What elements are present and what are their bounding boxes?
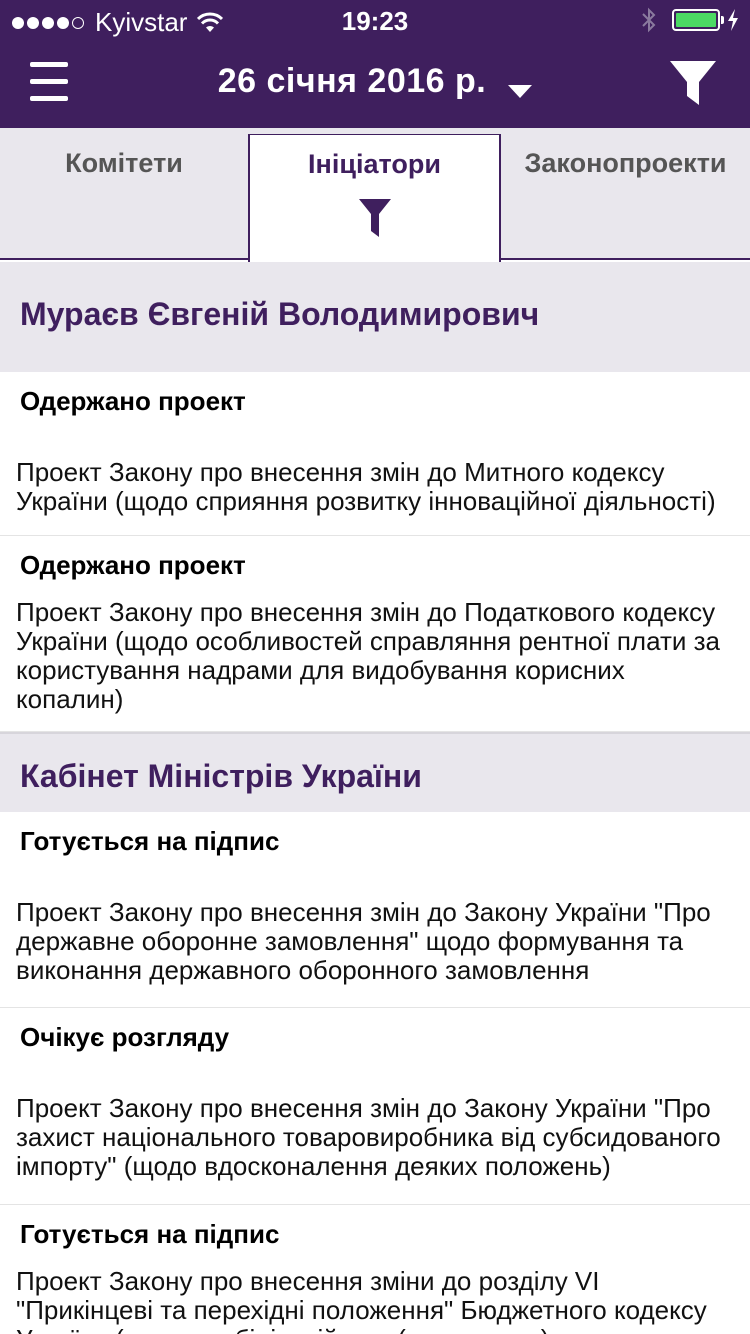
tab-bills[interactable]: Законопроекти (501, 134, 750, 260)
list-item[interactable]: Одержано проект Проект Закону про внесен… (0, 372, 750, 536)
group-header: Мураєв Євгеній Володимирович (0, 262, 750, 372)
battery-icon (672, 9, 724, 31)
item-status: Одержано проект (20, 550, 246, 580)
clock: 19:23 (341, 6, 409, 36)
bluetooth-icon (642, 7, 656, 33)
item-status: Очікує розгляду (20, 1022, 230, 1052)
status-bar: Kyivstar 19:23 (0, 0, 750, 40)
nav-bar: 26 січня 2016 р. (0, 40, 750, 128)
list-item[interactable]: Готується на підпис Проект Закону про вн… (0, 1205, 750, 1334)
tab-committees[interactable]: Комітети (0, 134, 248, 260)
list-item[interactable]: Очікує розгляду Проект Закону про внесен… (0, 1008, 750, 1205)
item-status: Одержано проект (20, 386, 246, 416)
item-status: Готується на підпис (20, 1219, 280, 1249)
item-title: Проект Закону про внесення змін до Подат… (16, 597, 721, 714)
filter-icon[interactable] (358, 197, 392, 239)
chevron-down-icon (508, 85, 533, 99)
tab-bar: Комітети Ініціатори Законопроекти (0, 128, 750, 262)
date-picker[interactable]: 26 січня 2016 р. (0, 62, 750, 101)
date-label: 26 січня 2016 р. (217, 62, 487, 100)
list-item[interactable]: Одержано проект Проект Закону про внесен… (0, 536, 750, 732)
item-title: Проект Закону про внесення зміни до розд… (16, 1266, 729, 1334)
list-item[interactable]: Готується на підпис Проект Закону про вн… (0, 812, 750, 1008)
item-title: Проект Закону про внесення змін до Закон… (16, 1093, 721, 1181)
charging-icon (728, 9, 738, 31)
tab-initiators[interactable]: Ініціатори (248, 134, 501, 262)
item-title: Проект Закону про внесення змін до Закон… (16, 897, 711, 985)
initiators-list: Мураєв Євгеній Володимирович Одержано пр… (0, 262, 750, 1334)
group-header: Кабінет Міністрів України (0, 732, 750, 812)
item-status: Готується на підпис (20, 826, 280, 856)
item-title: Проект Закону про внесення змін до Митно… (16, 457, 716, 516)
filter-button[interactable] (668, 58, 718, 108)
